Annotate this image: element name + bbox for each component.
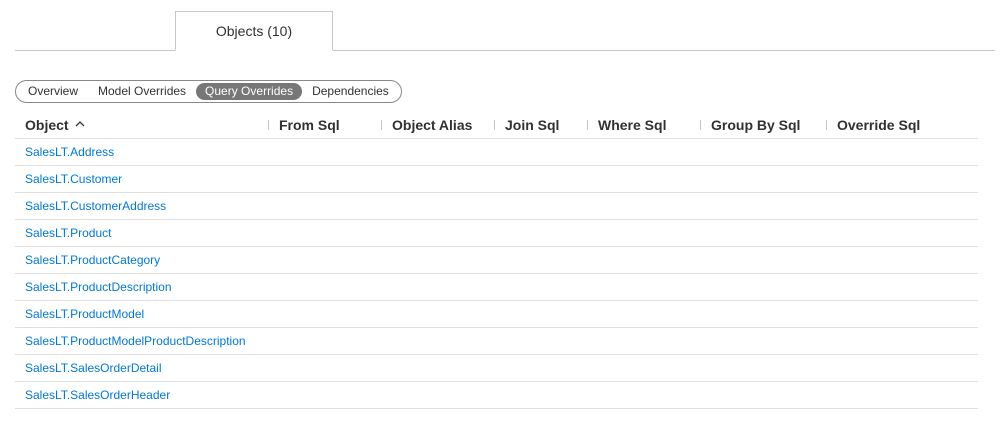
column-resize-handle[interactable] xyxy=(587,120,588,130)
column-resize-handle[interactable] xyxy=(268,120,269,130)
table-row: SalesLT.ProductModel xyxy=(15,301,978,328)
column-header-object-alias[interactable]: Object Alias xyxy=(392,112,472,138)
query-overrides-table: Object From Sql Object Alias Join Sql Wh… xyxy=(15,112,978,409)
column-header-label: Object xyxy=(25,117,69,133)
table-row: SalesLT.ProductDescription xyxy=(15,274,978,301)
column-header-join-sql[interactable]: Join Sql xyxy=(505,112,559,138)
view-overview-button[interactable]: Overview xyxy=(18,83,88,100)
object-link[interactable]: SalesLT.ProductDescription xyxy=(25,274,172,300)
object-link[interactable]: SalesLT.CustomerAddress xyxy=(25,193,166,219)
view-selector: Overview Model Overrides Query Overrides… xyxy=(15,80,402,103)
tab-objects[interactable]: Objects (10) xyxy=(175,11,333,51)
object-link[interactable]: SalesLT.Product xyxy=(25,220,112,246)
table-row: SalesLT.Customer xyxy=(15,166,978,193)
column-resize-handle[interactable] xyxy=(494,120,495,130)
object-link[interactable]: SalesLT.Address xyxy=(25,139,114,165)
column-resize-handle[interactable] xyxy=(826,120,827,130)
table-row: SalesLT.SalesOrderHeader xyxy=(15,382,978,409)
table-row: SalesLT.ProductModelProductDescription xyxy=(15,328,978,355)
column-resize-handle[interactable] xyxy=(700,120,701,130)
view-dependencies-button[interactable]: Dependencies xyxy=(302,83,399,100)
object-link[interactable]: SalesLT.Customer xyxy=(25,166,122,192)
object-link[interactable]: SalesLT.ProductCategory xyxy=(25,247,160,273)
view-model-overrides-button[interactable]: Model Overrides xyxy=(88,83,196,100)
column-header-override-sql[interactable]: Override Sql xyxy=(837,112,920,138)
column-header-from-sql[interactable]: From Sql xyxy=(279,112,340,138)
object-link[interactable]: SalesLT.SalesOrderDetail xyxy=(25,355,162,381)
table-row: SalesLT.Address xyxy=(15,139,978,166)
tab-strip: Objects (10) xyxy=(15,11,995,51)
column-header-object[interactable]: Object xyxy=(25,112,85,138)
object-link[interactable]: SalesLT.ProductModelProductDescription xyxy=(25,328,246,354)
table-header: Object From Sql Object Alias Join Sql Wh… xyxy=(15,112,978,139)
table-row: SalesLT.CustomerAddress xyxy=(15,193,978,220)
view-query-overrides-button[interactable]: Query Overrides xyxy=(196,83,303,100)
table-row: SalesLT.Product xyxy=(15,220,978,247)
column-resize-handle[interactable] xyxy=(381,120,382,130)
column-header-group-by-sql[interactable]: Group By Sql xyxy=(711,112,800,138)
chevron-up-icon xyxy=(75,121,85,127)
table-row: SalesLT.SalesOrderDetail xyxy=(15,355,978,382)
column-header-where-sql[interactable]: Where Sql xyxy=(598,112,666,138)
object-link[interactable]: SalesLT.SalesOrderHeader xyxy=(25,382,170,408)
object-link[interactable]: SalesLT.ProductModel xyxy=(25,301,144,327)
table-row: SalesLT.ProductCategory xyxy=(15,247,978,274)
